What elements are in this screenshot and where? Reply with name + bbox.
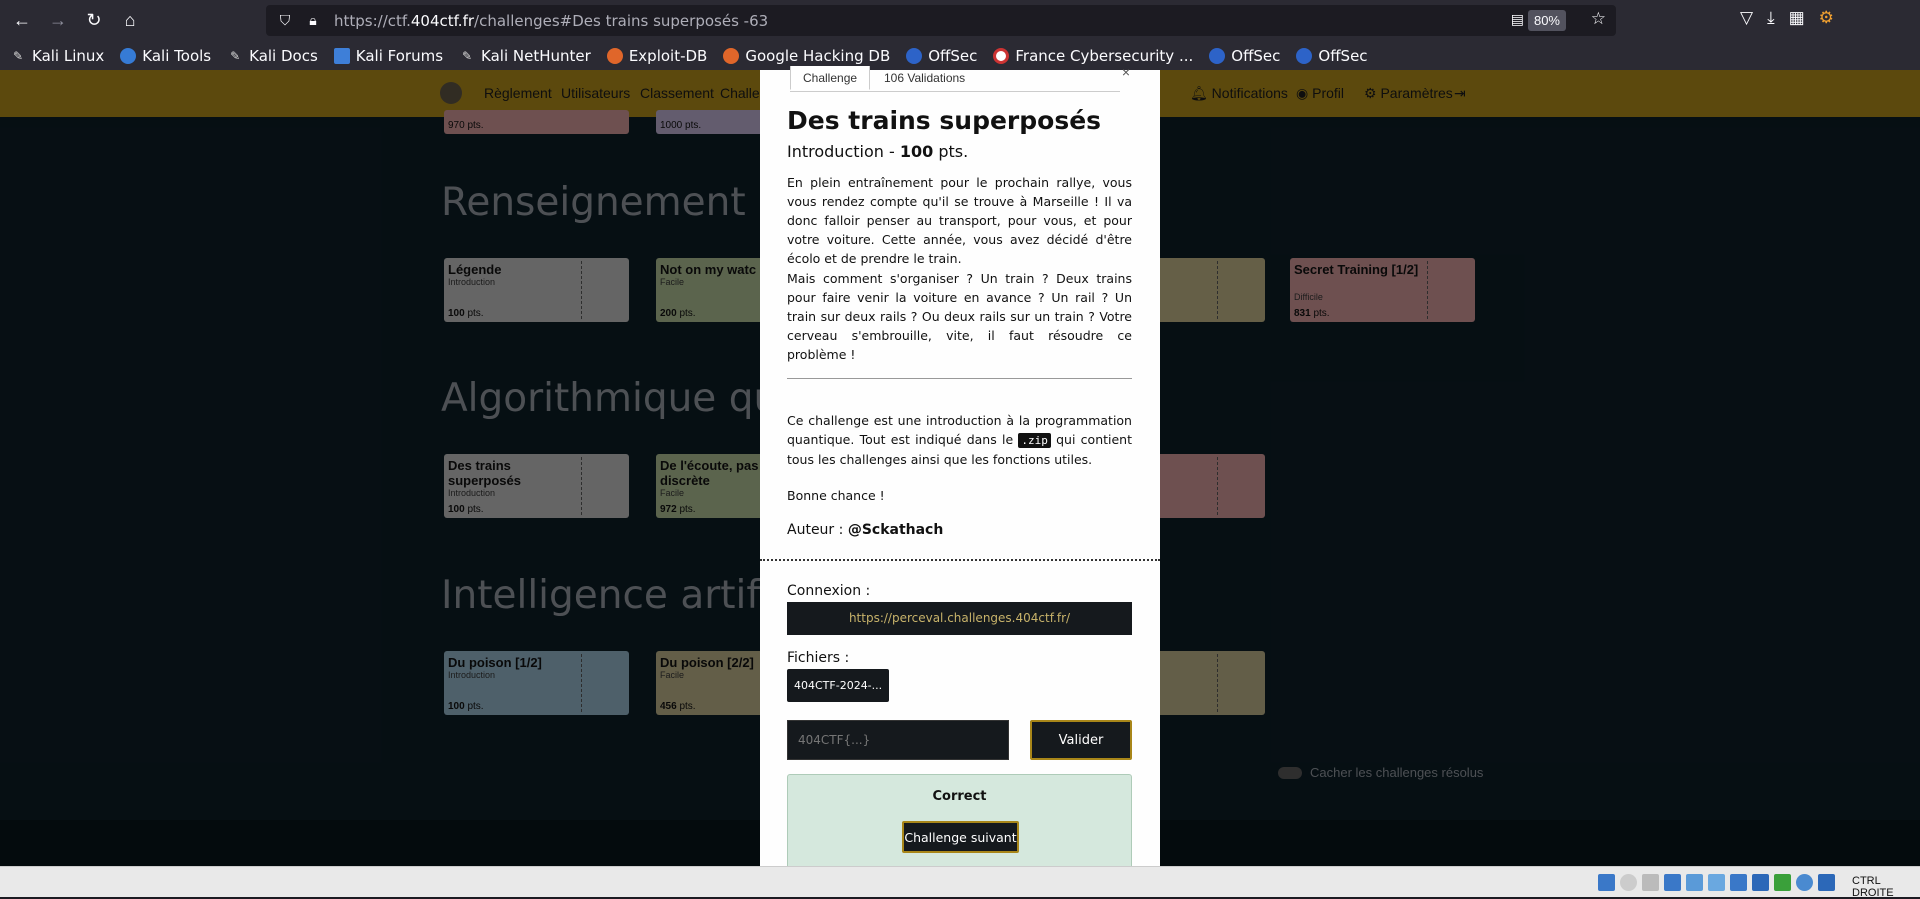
inline-code: .zip bbox=[1018, 433, 1051, 448]
description-paragraph: Bonne chance ! bbox=[787, 488, 885, 503]
separator: - bbox=[883, 142, 900, 161]
bookmark-exploit-db[interactable]: Exploit-DB bbox=[606, 46, 708, 65]
bookmark-offsec[interactable]: OffSec bbox=[1296, 46, 1368, 65]
exploit-db-icon bbox=[606, 47, 623, 64]
bookmark-label: OffSec bbox=[928, 46, 978, 65]
browser-toolbar: ← → ↻ ⌂ ⛉ 🔒︎ https://ctf.404ctf.fr/chall… bbox=[0, 0, 1920, 41]
bookmark-kali-nethunter[interactable]: ✎ Kali NetHunter bbox=[459, 47, 591, 65]
fichiers-label: Fichiers : bbox=[787, 650, 850, 666]
valider-button[interactable]: Valider bbox=[1030, 720, 1132, 760]
offsec-icon bbox=[1296, 47, 1313, 64]
hdd-icon[interactable] bbox=[1598, 874, 1615, 891]
modal-tabs: Challenge 106 Validations bbox=[790, 66, 1120, 92]
lock-icon: 🔒︎ bbox=[309, 12, 317, 28]
description-paragraph: Mais comment s'organiser ? Un train ? De… bbox=[787, 271, 1132, 362]
description-paragraph: Ce challenge est une introduction à la p… bbox=[787, 411, 1132, 469]
kali-dragon-icon: ✎ bbox=[12, 48, 24, 63]
kali-tools-icon bbox=[120, 47, 137, 64]
bookmark-label: Kali Forums bbox=[355, 46, 444, 65]
dotted-divider bbox=[760, 559, 1160, 561]
statusbar-icons bbox=[1598, 874, 1835, 891]
bookmark-google-hacking-db[interactable]: Google Hacking DB bbox=[723, 47, 890, 65]
reader-view-icon[interactable]: ▤ bbox=[1511, 11, 1524, 28]
pocket-icon[interactable]: ▽ bbox=[1740, 8, 1753, 28]
bookmark-offsec[interactable]: OffSec bbox=[906, 47, 977, 65]
host-key-label: CTRL DROITE bbox=[1852, 875, 1894, 899]
author-name: @Sckathach bbox=[847, 522, 944, 538]
mouse-icon[interactable] bbox=[1796, 874, 1813, 891]
tab-validations[interactable]: 106 Validations bbox=[872, 66, 977, 90]
zoom-level[interactable]: 80% bbox=[1527, 10, 1566, 31]
bookmark-label: Kali Linux bbox=[32, 46, 105, 65]
bookmark-offsec[interactable]: OffSec bbox=[1209, 47, 1280, 65]
correct-alert: Correct Challenge suivant bbox=[787, 774, 1132, 874]
offsec-icon bbox=[1209, 47, 1226, 64]
ghdb-icon bbox=[723, 47, 740, 64]
author-line: Auteur : @Sckathach bbox=[787, 522, 943, 538]
bookmark-label: OffSec bbox=[1318, 46, 1368, 65]
bookmark-kali-linux[interactable]: ✎ Kali Linux bbox=[10, 47, 104, 65]
bookmark-label: OffSec bbox=[1231, 46, 1281, 65]
kali-dragon-icon: ✎ bbox=[462, 48, 473, 63]
bookmark-label: Google Hacking DB bbox=[745, 46, 891, 65]
tab-challenge[interactable]: Challenge bbox=[790, 66, 871, 90]
keyboard-arrow-icon[interactable] bbox=[1818, 874, 1835, 891]
bookmark-label: Kali Docs bbox=[249, 46, 318, 65]
bookmark-label: Kali Tools bbox=[142, 46, 212, 65]
optical-icon[interactable] bbox=[1620, 874, 1637, 891]
connexion-url[interactable]: https://perceval.challenges.404ctf.fr/ bbox=[787, 602, 1132, 635]
close-icon[interactable]: × bbox=[1122, 64, 1130, 80]
description-paragraph: En plein entraînement pour le prochain r… bbox=[787, 175, 1132, 266]
cpu-icon[interactable] bbox=[1774, 874, 1791, 891]
network-icon[interactable] bbox=[1664, 874, 1681, 891]
points-suffix: pts. bbox=[933, 142, 969, 161]
extension-icon[interactable]: ⚙ bbox=[1819, 8, 1834, 28]
bookmark-label: France Cybersecurity ... bbox=[1015, 46, 1194, 65]
author-label: Auteur : bbox=[787, 522, 848, 538]
challenge-category: Introduction bbox=[787, 142, 884, 161]
back-arrow-icon[interactable]: ← bbox=[8, 7, 36, 35]
bookmark-kali-tools[interactable]: Kali Tools bbox=[120, 47, 211, 65]
next-challenge-button[interactable]: Challenge suivant bbox=[902, 821, 1019, 853]
divider bbox=[787, 378, 1132, 379]
url-host: 404ctf.fr bbox=[410, 11, 475, 30]
shared-folder-icon[interactable] bbox=[1708, 874, 1725, 891]
url-path: /challenges#Des trains superposés -63 bbox=[474, 11, 769, 30]
flag-input[interactable] bbox=[787, 720, 1009, 760]
download-icon[interactable]: ⤓ bbox=[1767, 8, 1775, 28]
reload-icon[interactable]: ↻ bbox=[80, 7, 108, 35]
bookmark-label: Exploit-DB bbox=[628, 46, 708, 65]
bookmark-label: Kali NetHunter bbox=[481, 46, 591, 65]
shield-icon: ⛉ bbox=[279, 12, 291, 28]
bookmark-kali-docs[interactable]: ✎ Kali Docs bbox=[227, 47, 318, 65]
bookmark-kali-forums[interactable]: Kali Forums bbox=[333, 46, 444, 65]
challenge-modal: Challenge 106 Validations × Des trains s… bbox=[760, 64, 1160, 874]
challenge-points: 100 bbox=[899, 142, 934, 161]
connexion-label: Connexion : bbox=[787, 583, 871, 599]
toolbar-right: ▽ ⤓ ▦ ⚙ bbox=[1740, 8, 1834, 28]
kali-forums-icon bbox=[333, 47, 350, 64]
extension-icon[interactable]: ▦ bbox=[1789, 8, 1805, 28]
challenge-subtitle: Introduction - 100 pts. bbox=[787, 142, 968, 161]
challenge-title: Des trains superposés bbox=[787, 106, 1102, 135]
file-download-button[interactable]: 404CTF-2024-... bbox=[787, 669, 889, 702]
url-bar[interactable]: ⛉ 🔒︎ https://ctf.404ctf.fr/challenges#De… bbox=[266, 5, 1616, 36]
forward-arrow-icon[interactable]: → bbox=[44, 7, 72, 35]
home-icon[interactable]: ⌂ bbox=[116, 7, 144, 35]
kali-dragon-icon: ✎ bbox=[230, 48, 241, 63]
audio-icon[interactable] bbox=[1642, 874, 1659, 891]
offsec-icon bbox=[906, 47, 923, 64]
display-icon[interactable] bbox=[1730, 874, 1747, 891]
recording-icon[interactable] bbox=[1752, 874, 1769, 891]
france-cyber-icon bbox=[993, 47, 1010, 64]
url-text[interactable]: https://ctf.404ctf.fr/challenges#Des tra… bbox=[334, 12, 768, 30]
vm-statusbar: CTRL DROITE bbox=[0, 866, 1920, 899]
bookmark-france-cybersecurity[interactable]: France Cybersecurity ... bbox=[993, 47, 1193, 65]
correct-message: Correct bbox=[932, 789, 987, 804]
url-prefix: https://ctf. bbox=[334, 11, 411, 30]
bookmark-star-icon[interactable]: ☆ bbox=[1591, 9, 1606, 29]
usb-icon[interactable] bbox=[1686, 874, 1703, 891]
